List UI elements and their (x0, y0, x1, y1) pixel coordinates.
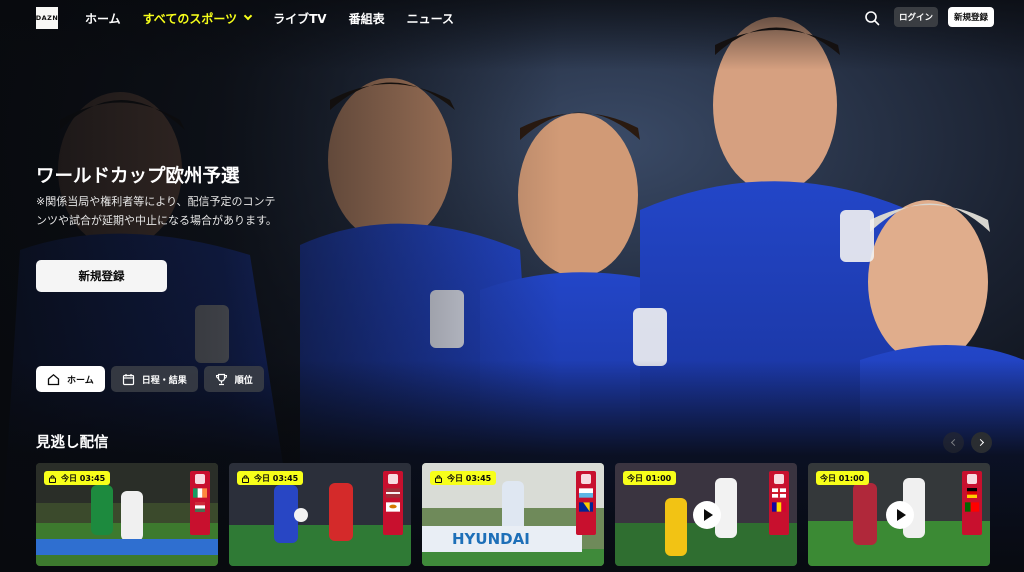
main-nav: ホーム すべてのスポーツ ライブTV 番組表 ニュース (85, 0, 476, 36)
andorra-flag-icon (772, 502, 786, 512)
time-badge-label: 今日 03:45 (61, 473, 106, 483)
time-badge: 今日 03:45 (237, 471, 304, 485)
chevron-right-icon (976, 438, 985, 447)
time-badge: 今日 01:00 (816, 471, 870, 485)
competition-badge (769, 471, 789, 535)
play-button[interactable] (693, 501, 721, 529)
competition-logo-icon (388, 474, 398, 484)
video-card[interactable]: 今日 03:45 (36, 463, 218, 566)
time-badge-label: 今日 01:00 (820, 473, 865, 483)
competition-badge (190, 471, 210, 535)
video-card[interactable]: 今日 01:00 (615, 463, 797, 566)
home-icon (47, 373, 60, 385)
header-register-button[interactable]: 新規登録 (948, 7, 994, 27)
germany-flag-icon (967, 488, 977, 498)
hero-register-button[interactable]: 新規登録 (36, 260, 167, 292)
nav-all-sports-label: すべてのスポーツ (142, 11, 238, 26)
portugal-flag-icon (965, 502, 979, 512)
nav-schedule[interactable]: 番組表 (349, 10, 385, 27)
lock-icon (435, 474, 442, 483)
competition-logo-icon (774, 474, 784, 484)
tab-schedule-results[interactable]: 日程・結果 (110, 366, 198, 392)
competition-tabs: ホーム 日程・結果 順位 (36, 366, 264, 392)
competition-badge (962, 471, 982, 535)
play-icon (704, 509, 713, 521)
nav-news[interactable]: ニュース (407, 10, 454, 27)
login-button[interactable]: ログイン (894, 7, 938, 27)
bosnia-flag-icon (579, 502, 593, 512)
hero-title: ワールドカップ欧州予選 (36, 166, 240, 187)
lock-icon (49, 474, 56, 483)
nav-all-sports[interactable]: すべてのスポーツ (142, 10, 253, 27)
nav-home[interactable]: ホーム (85, 10, 121, 27)
play-button[interactable] (886, 501, 914, 529)
play-icon (897, 509, 906, 521)
nav-live-tv[interactable]: ライブTV (273, 10, 326, 27)
tab-standings-label: 順位 (234, 375, 253, 386)
replay-carousel: 今日 03:45 今日 03:45 HYUNDAI 今日 03:45 今日 01… (36, 463, 990, 566)
competition-logo-icon (581, 474, 591, 484)
hero-disclaimer: ※関係当局や権利者等により、配信予定のコンテンツや試合が延期や中止になる場合があ… (36, 195, 277, 227)
ireland-flag-icon (193, 488, 207, 498)
page: DAZN ホーム すべてのスポーツ ライブTV 番組表 ニュース ログイン 新規… (0, 0, 1024, 572)
tab-schedule-label: 日程・結果 (141, 375, 187, 386)
competition-logo-icon (967, 474, 977, 484)
time-badge: 今日 03:45 (44, 471, 111, 485)
lock-icon (242, 474, 249, 483)
video-card[interactable]: 今日 01:00 (808, 463, 990, 566)
competition-logo-icon (195, 474, 205, 484)
video-card[interactable]: HYUNDAI 今日 03:45 (422, 463, 604, 566)
time-badge-label: 今日 03:45 (254, 473, 299, 483)
sponsor-board: HYUNDAI (422, 526, 582, 552)
latvia-flag-icon (386, 488, 400, 498)
san-marino-flag-icon (579, 488, 593, 498)
england-flag-icon (772, 488, 786, 498)
hungary-flag-icon (195, 502, 205, 512)
time-badge-label: 今日 01:00 (627, 473, 672, 483)
carousel-next-button[interactable] (971, 432, 992, 453)
tab-home-label: ホーム (67, 375, 94, 386)
tab-standings[interactable]: 順位 (203, 366, 264, 392)
video-card[interactable]: 今日 03:45 (229, 463, 411, 566)
tab-home[interactable]: ホーム (36, 366, 105, 392)
trophy-icon (215, 373, 227, 385)
competition-badge (576, 471, 596, 535)
cyprus-flag-icon (386, 502, 400, 512)
search-icon[interactable] (864, 10, 880, 26)
chevron-left-icon (950, 438, 959, 447)
time-badge-label: 今日 03:45 (447, 473, 492, 483)
chevron-down-icon (243, 11, 253, 21)
dazn-logo[interactable]: DAZN (36, 7, 58, 29)
top-navigation: DAZN ホーム すべてのスポーツ ライブTV 番組表 ニュース ログイン 新規… (0, 0, 1024, 36)
section-title: 見逃し配信 (36, 435, 109, 451)
competition-badge (383, 471, 403, 535)
carousel-prev-button[interactable] (943, 432, 964, 453)
time-badge: 今日 03:45 (430, 471, 497, 485)
calendar-icon (122, 373, 134, 385)
time-badge: 今日 01:00 (623, 471, 677, 485)
